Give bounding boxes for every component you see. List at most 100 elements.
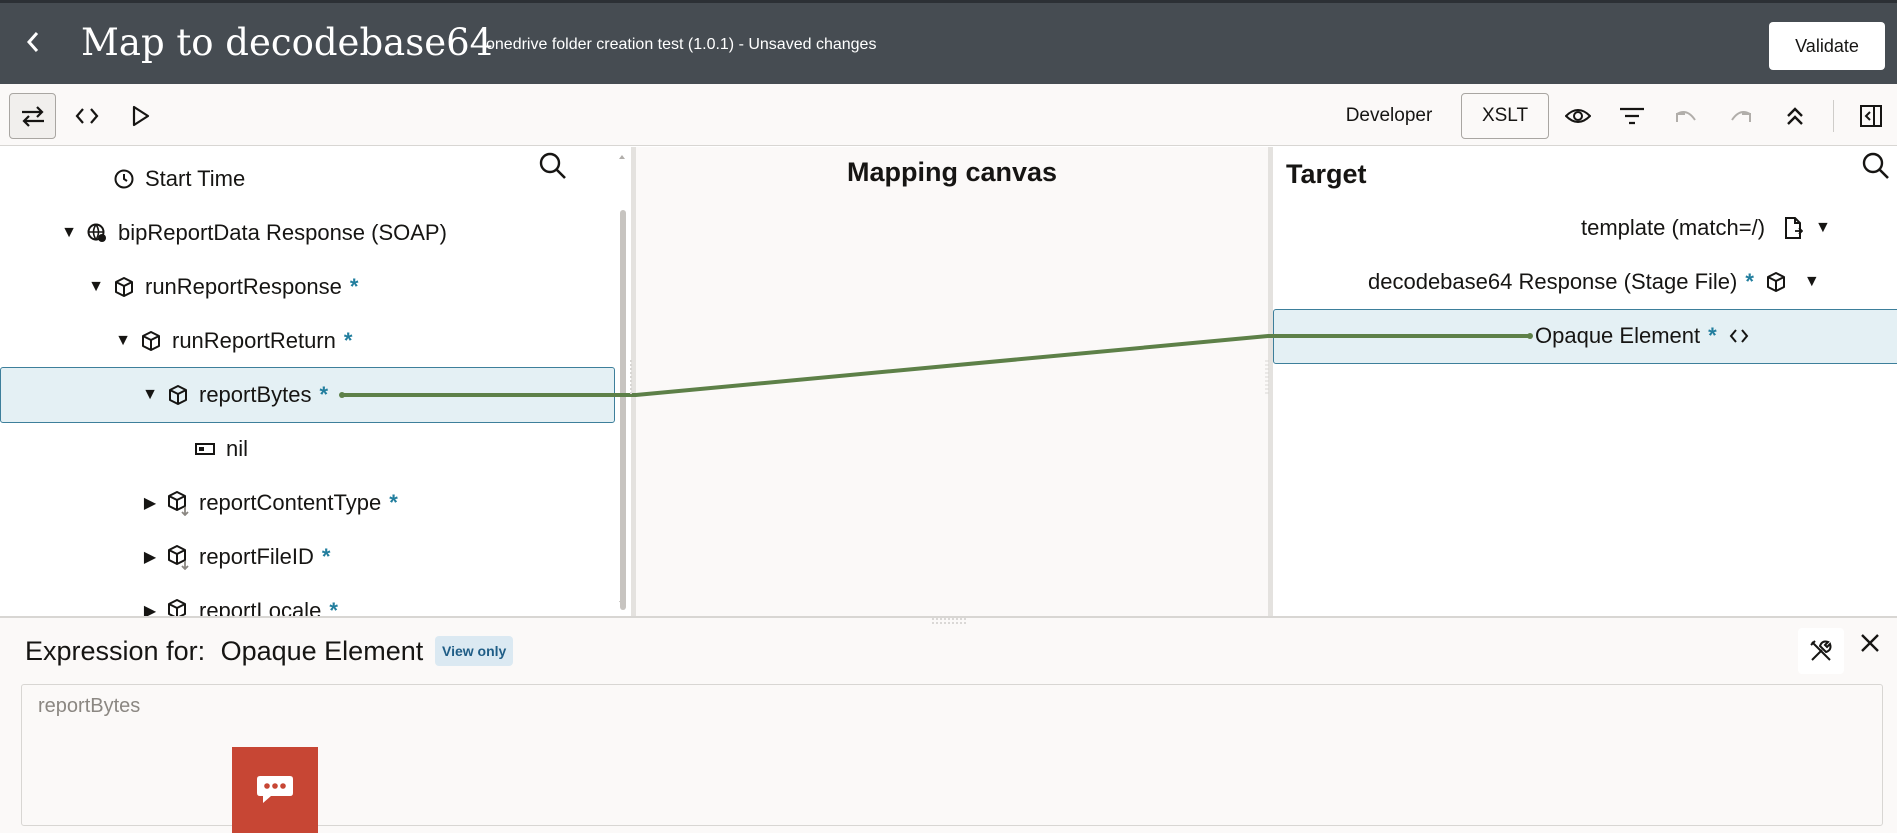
expression-label: Expression for: Opaque Element [25,636,423,667]
caret-down-icon[interactable]: ▼ [139,386,161,404]
filter-icon [1620,107,1644,125]
page-header: Map to decodebase64 onedrive folder crea… [0,0,1897,84]
caret-down-icon[interactable]: ▼ [1804,273,1820,291]
validate-button[interactable]: Validate [1769,22,1885,70]
source-node-label: reportBytes [199,382,312,407]
source-node-reportbytes[interactable]: ▼ reportBytes * [139,368,328,422]
target-node-label: Opaque Element [1535,323,1701,348]
target-title: Target [1286,159,1367,189]
required-marker: * [389,490,398,515]
target-node-label: decodebase64 Response (Stage File) [1368,269,1738,294]
source-node-runreportreturn[interactable]: ▼ runReportReturn * [112,314,352,368]
close-expression-button[interactable] [1855,630,1885,660]
element-cube-icon [113,276,135,298]
canvas-title: Mapping canvas [846,157,1058,187]
required-marker: * [1708,323,1717,348]
double-chevron-up-icon [1787,107,1803,125]
test-button[interactable] [126,93,156,139]
optional-element-icon [167,545,189,570]
source-node-start-time[interactable]: Start Time [113,152,245,206]
required-marker: * [321,544,331,569]
target-node-opaque-element[interactable]: Opaque Element * [1535,309,1749,363]
chevron-left-icon [26,32,39,52]
xslt-button[interactable]: XSLT [1461,93,1549,139]
eye-icon [1565,109,1591,123]
source-node-reportlocale[interactable]: ▶ reportLocale * [139,584,338,616]
redo-button[interactable] [1727,93,1755,139]
source-node-label: runReportResponse [145,274,342,299]
required-marker: * [1745,269,1754,294]
target-search-button[interactable] [1861,151,1891,186]
resize-grip[interactable] [930,612,970,624]
developer-mode-button[interactable]: Developer [1334,93,1444,139]
element-cube-icon [140,330,162,352]
caret-down-icon[interactable]: ▼ [85,278,107,296]
code-icon [1729,328,1749,344]
soap-globe-icon [86,222,108,244]
target-node-label: template (match=/) [1581,215,1766,240]
source-node-label: reportFileID [199,544,314,569]
mapping-canvas: Mapping canvas [636,147,1268,616]
collapse-all-button[interactable] [1781,93,1809,139]
clock-icon [113,168,135,190]
search-icon [539,152,566,179]
target-node-decodebase64-response[interactable]: decodebase64 Response (Stage File) * ▼ [1368,255,1820,309]
caret-right-icon[interactable]: ▶ [139,547,161,567]
source-node-label: bipReportData Response (SOAP) [118,220,447,245]
view-options-button[interactable] [1563,93,1593,139]
toolbar-divider [1833,100,1834,132]
required-marker: * [343,328,353,353]
back-button[interactable] [18,25,48,59]
source-scrollbar-thumb[interactable] [620,210,626,610]
filter-button[interactable] [1618,93,1646,139]
side-panel-icon [1860,105,1882,127]
source-node-nil[interactable]: nil [194,422,248,476]
required-marker: * [319,382,329,407]
source-node-bipreportdata-response[interactable]: ▼ bipReportData Response (SOAP) [58,206,447,260]
integration-subtitle: onedrive folder creation test (1.0.1) - … [486,36,877,53]
chat-assistant-button[interactable] [232,747,318,833]
source-node-runreportresponse[interactable]: ▼ runReportResponse * [85,260,358,314]
view-only-badge: View only [435,636,514,666]
toggle-panel-button[interactable] [1856,93,1886,139]
mapper-view-button[interactable] [9,93,56,139]
undo-button[interactable] [1672,93,1700,139]
expression-element-name: Opaque Element [220,636,424,666]
code-icon [75,108,99,124]
required-marker: * [349,274,359,299]
swap-arrows-icon [21,106,44,127]
optional-element-icon [167,599,189,616]
source-node-reportcontenttype[interactable]: ▶ reportContentType * [139,476,398,530]
element-cube-icon [167,384,189,406]
source-node-label: Start Time [145,166,246,191]
close-icon [1861,634,1879,652]
caret-down-icon[interactable]: ▼ [1815,219,1831,237]
required-marker: * [329,598,338,616]
mapper-toolbar: Developer XSLT [0,84,1897,146]
redo-icon [1731,111,1751,122]
caret-down-icon[interactable]: ▼ [112,332,134,350]
source-clip: ▶ reportLocale * [0,584,615,616]
code-view-button[interactable] [70,93,104,139]
caret-right-icon[interactable]: ▶ [139,493,161,513]
source-node-label: reportLocale [199,598,322,616]
template-file-icon [1783,216,1804,240]
attribute-icon [194,438,216,460]
source-search-button[interactable] [538,151,568,186]
undo-icon [1676,111,1696,122]
expression-prefix: Expression for: [25,636,206,666]
caret-down-icon[interactable]: ▼ [58,224,80,242]
source-node-reportfileid[interactable]: ▶ reportFileID * [139,530,330,584]
expression-value: reportBytes [38,695,141,717]
chat-bubble-icon [257,776,293,803]
xslt-label: XSLT [1481,105,1529,126]
element-cube-icon [1766,271,1786,293]
caret-right-icon[interactable]: ▶ [139,601,161,616]
page-title: Map to decodebase64 [81,21,494,64]
target-node-template[interactable]: template (match=/) ▼ [1581,201,1831,255]
grip-dots-icon [932,618,968,624]
optional-element-icon [167,491,189,516]
tools-icon [1810,640,1832,661]
expression-tools-button[interactable] [1798,628,1844,674]
source-node-label: runReportReturn [172,328,336,353]
